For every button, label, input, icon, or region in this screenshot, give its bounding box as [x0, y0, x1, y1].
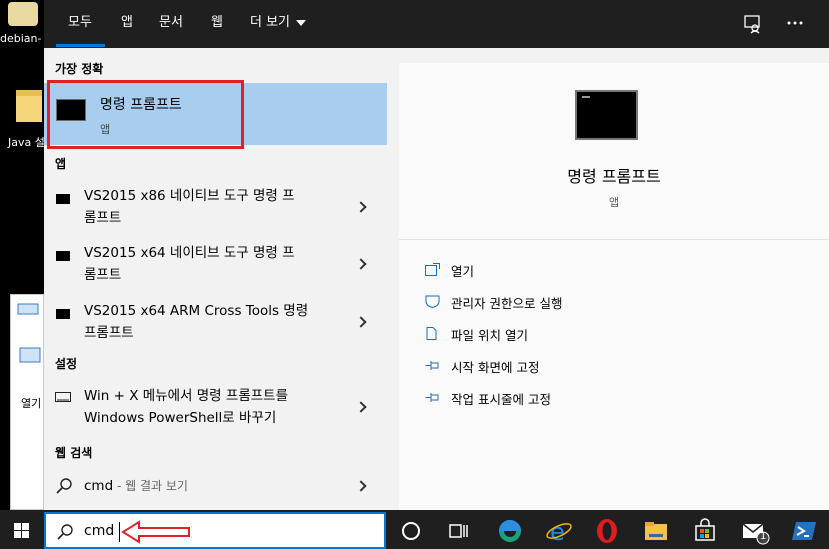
search-panel: 모두 앱 문서 웹 더 보기 가장 정확 명령 프롬프트 앱 앱 VS2015 … [44, 0, 829, 512]
action-label: 관리자 권한으로 실행 [451, 296, 563, 311]
file-explorer-icon[interactable] [638, 512, 674, 549]
command-prompt-icon-cursor [582, 96, 590, 98]
list-item[interactable]: VS2015 x86 네이티브 도구 명령 프 롬프트 [44, 181, 387, 233]
window-app-icon [19, 347, 41, 363]
open-icon [425, 263, 440, 276]
chevron-right-icon[interactable] [355, 401, 367, 413]
list-item-label: Win + X 메뉴에서 명령 프롬프트를 Windows PowerShell… [84, 385, 288, 429]
command-prompt-icon [56, 309, 70, 319]
preview-subtitle: 앱 [608, 196, 620, 209]
action-label: 파일 위치 열기 [451, 328, 528, 343]
divider [399, 239, 829, 240]
folder-icon[interactable] [14, 86, 44, 126]
tab-documents[interactable]: 문서 [159, 0, 183, 48]
web-search-query: cmd [84, 478, 114, 494]
chevron-right-icon[interactable] [355, 316, 367, 328]
edge-icon[interactable] [492, 512, 528, 549]
list-item-line2: 롬프트 [84, 210, 122, 226]
chevron-right-icon[interactable] [355, 480, 367, 492]
preview-pane: 명령 프롬프트 앱 열기 관리자 권한으로 실행 파일 위치 열기 시작 화면에… [399, 63, 829, 512]
list-item-label: VS2015 x64 ARM Cross Tools 명령 프롬프트 [84, 300, 308, 344]
best-match-title: 명령 프롬프트 [100, 97, 182, 113]
search-tabs-bar: 모두 앱 문서 웹 더 보기 [44, 0, 829, 48]
mail-badge: 1 [760, 531, 767, 542]
command-prompt-icon [56, 194, 70, 204]
opera-icon[interactable] [589, 512, 625, 549]
command-prompt-icon [56, 99, 86, 121]
list-item-line1: Win + X 메뉴에서 명령 프롬프트를 [84, 388, 288, 404]
background-window: 열기 [10, 294, 44, 510]
best-match-subtitle: 앱 [100, 123, 111, 136]
list-item-line2: 프롬프트 [84, 325, 134, 341]
web-search-hint: - 웹 결과 보기 [113, 479, 188, 493]
file-location-icon [426, 327, 437, 340]
shield-icon [425, 295, 440, 308]
results-list: 가장 정확 명령 프롬프트 앱 앱 VS2015 x86 네이티브 도구 명령 … [44, 48, 387, 512]
list-item-label: VS2015 x86 네이티브 도구 명령 프 롬프트 [84, 185, 295, 229]
web-search-label: cmd - 웹 결과 보기 [84, 475, 188, 497]
list-item-label: VS2015 x64 네이티브 도구 명령 프 롬프트 [84, 242, 295, 286]
chevron-right-icon[interactable] [355, 201, 367, 213]
powershell-icon[interactable] [786, 512, 822, 549]
command-prompt-large-icon [575, 90, 638, 140]
list-item-line1: VS2015 x64 네이티브 도구 명령 프 [84, 245, 295, 261]
list-item[interactable]: VS2015 x64 네이티브 도구 명령 프 롬프트 [44, 238, 387, 290]
task-view-icon[interactable] [440, 512, 476, 549]
list-item[interactable]: VS2015 x64 ARM Cross Tools 명령 프롬프트 [44, 296, 387, 348]
list-item-line1: VS2015 x64 ARM Cross Tools 명령 [84, 303, 309, 319]
command-prompt-icon [56, 251, 70, 261]
pin-icon [425, 393, 439, 402]
tab-all[interactable]: 모두 [68, 0, 92, 48]
tab-web[interactable]: 웹 [211, 0, 223, 48]
mail-icon[interactable] [736, 512, 772, 549]
settings-heading: 설정 [55, 357, 78, 371]
search-icon [57, 524, 73, 540]
window-open-label[interactable]: 열기 [21, 395, 41, 411]
desktop-icon-label-java[interactable]: Java 설 [8, 134, 45, 150]
windows-start-icon[interactable] [4, 512, 40, 549]
chevron-down-icon [296, 19, 307, 26]
list-item-line2: 롬프트 [84, 267, 122, 283]
web-search-heading: 웹 검색 [55, 446, 93, 460]
settings-display-icon [55, 392, 71, 402]
list-item-line1: VS2015 x86 네이티브 도구 명령 프 [84, 188, 295, 204]
search-input[interactable]: cmd [44, 512, 386, 549]
active-tab-indicator [56, 44, 105, 47]
apps-heading: 앱 [55, 157, 67, 171]
cortana-icon[interactable] [393, 512, 429, 549]
search-icon [56, 478, 72, 494]
store-icon[interactable] [687, 512, 723, 549]
list-item[interactable]: Win + X 메뉴에서 명령 프롬프트를 Windows PowerShell… [44, 381, 387, 433]
more-options-icon[interactable] [786, 20, 804, 26]
ie-icon[interactable]: e [541, 512, 577, 549]
tab-more-label: 더 보기 [250, 15, 291, 30]
tab-apps[interactable]: 앱 [121, 0, 133, 48]
window-app-icon [17, 303, 39, 315]
pin-icon [425, 361, 439, 370]
search-input-value: cmd [84, 523, 115, 539]
feedback-icon[interactable] [743, 14, 763, 34]
chevron-right-icon[interactable] [355, 258, 367, 270]
text-cursor [119, 522, 120, 542]
desktop-icon-label-debian[interactable]: debian- [0, 32, 41, 45]
action-label: 작업 표시줄에 고정 [451, 392, 551, 407]
svg-text:e: e [550, 518, 565, 546]
best-match-heading: 가장 정확 [55, 62, 104, 76]
desktop-shortcut-icon[interactable] [6, 0, 40, 28]
action-label: 열기 [451, 264, 475, 279]
annotation-arrow-icon [121, 520, 190, 544]
list-item-line2: Windows PowerShell로 바꾸기 [84, 410, 277, 426]
tab-more[interactable]: 더 보기 [250, 0, 307, 48]
action-label: 시작 화면에 고정 [451, 360, 540, 375]
preview-title: 명령 프롬프트 [567, 167, 661, 186]
web-search-item[interactable]: cmd - 웹 결과 보기 [44, 472, 387, 500]
